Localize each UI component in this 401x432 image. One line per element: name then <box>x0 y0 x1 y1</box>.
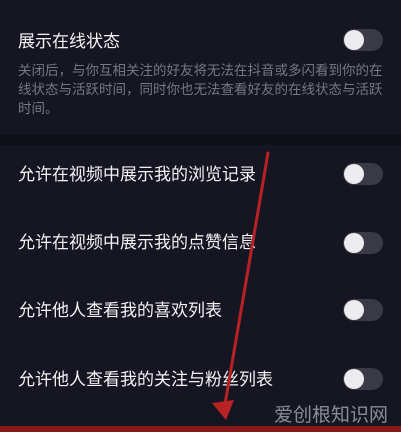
bottom-annotation-bar <box>0 426 401 432</box>
watermark-text: 爱创根知识网 <box>274 404 389 426</box>
toggle-knob <box>344 30 364 50</box>
privacy-settings-screen: 展示在线状态 关闭后，与你互相关注的好友将无法在抖音或多闪看到你的在线状态与活跃… <box>0 0 401 432</box>
like-list-toggle[interactable] <box>343 299 383 321</box>
toggle-knob <box>344 300 364 320</box>
like-info-toggle[interactable] <box>343 232 383 254</box>
toggle-knob <box>344 369 364 389</box>
toggle-knob <box>344 233 364 253</box>
browse-history-label: 允许在视频中展示我的浏览记录 <box>18 165 256 185</box>
online-status-label: 展示在线状态 <box>18 32 120 52</box>
follow-fans-list-toggle[interactable] <box>343 368 383 390</box>
online-status-toggle[interactable] <box>343 29 383 51</box>
section-divider <box>0 135 401 145</box>
follow-fans-list-label: 允许他人查看我的关注与粉丝列表 <box>18 370 273 390</box>
browse-history-toggle[interactable] <box>343 163 383 185</box>
like-info-label: 允许在视频中展示我的点赞信息 <box>18 233 256 253</box>
arrow-head <box>212 400 234 420</box>
like-list-label: 允许他人查看我的喜欢列表 <box>18 301 222 321</box>
online-status-description: 关闭后，与你互相关注的好友将无法在抖音或多闪看到你的在线状态与活跃时间，同时你也… <box>18 63 383 117</box>
toggle-knob <box>344 164 364 184</box>
